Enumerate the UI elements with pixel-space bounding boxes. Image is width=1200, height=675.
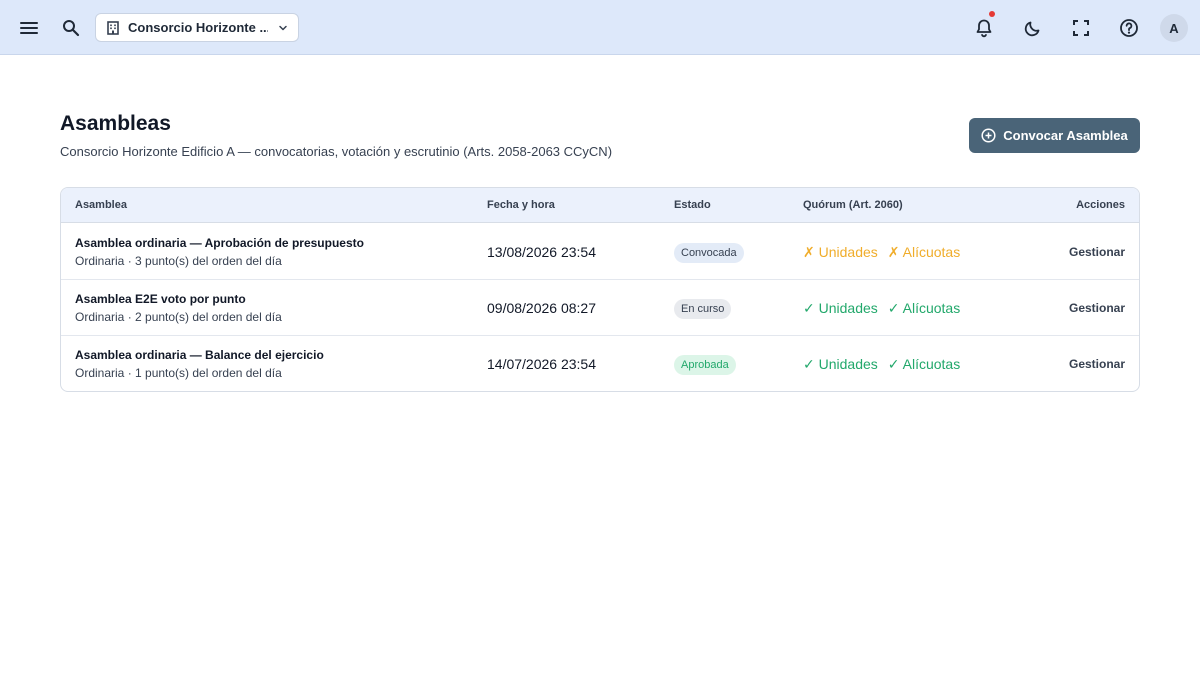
page-subtitle: Consorcio Horizonte Edificio A — convoca… bbox=[60, 144, 613, 159]
add-circle-icon bbox=[981, 128, 996, 143]
assembly-datetime: 09/08/2026 08:27 bbox=[487, 300, 596, 316]
column-header-assembly: Asamblea bbox=[75, 199, 127, 211]
column-header-datetime: Fecha y hora bbox=[487, 199, 555, 211]
quorum-aliquots: ✓ Alícuotas bbox=[887, 300, 961, 316]
consortium-name: Consorcio Horizonte ... bbox=[128, 20, 268, 35]
table-row: Asamblea ordinaria — Aprobación de presu… bbox=[61, 224, 1139, 280]
column-header-quorum: Quórum (Art. 2060) bbox=[803, 199, 903, 211]
avatar[interactable]: A bbox=[1160, 14, 1188, 42]
manage-button[interactable]: Gestionar bbox=[1069, 357, 1125, 371]
assembly-datetime: 13/08/2026 23:54 bbox=[487, 244, 596, 260]
table-row: Asamblea E2E voto por punto Ordinaria · … bbox=[61, 280, 1139, 336]
top-app-bar: Consorcio Horizonte ... A bbox=[0, 0, 1200, 55]
notification-dot bbox=[989, 11, 995, 17]
manage-button[interactable]: Gestionar bbox=[1069, 245, 1125, 259]
quorum-status: ✗ Unidades ✗ Alícuotas bbox=[803, 244, 960, 261]
quorum-units: ✓ Unidades bbox=[803, 300, 878, 316]
quorum-aliquots: ✓ Alícuotas bbox=[887, 356, 961, 372]
help-icon[interactable] bbox=[1113, 0, 1145, 55]
quorum-units: ✓ Unidades bbox=[803, 356, 878, 372]
assembly-title: Asamblea E2E voto por punto bbox=[75, 292, 246, 306]
bell-icon bbox=[974, 18, 994, 38]
status-badge: Aprobada bbox=[674, 355, 736, 375]
convene-assembly-button[interactable]: Convocar Asamblea bbox=[969, 118, 1140, 153]
fullscreen-icon[interactable] bbox=[1065, 0, 1097, 55]
quorum-units: ✗ Unidades bbox=[803, 244, 878, 260]
assembly-subtitle: Ordinaria · 2 punto(s) del orden del día bbox=[75, 310, 282, 324]
column-header-actions: Acciones bbox=[1076, 199, 1125, 211]
building-icon bbox=[106, 20, 120, 35]
page-title: Asambleas bbox=[60, 112, 171, 135]
assembly-subtitle: Ordinaria · 1 punto(s) del orden del día bbox=[75, 366, 282, 380]
notifications-button[interactable] bbox=[968, 0, 1000, 55]
assembly-subtitle: Ordinaria · 3 punto(s) del orden del día bbox=[75, 254, 282, 268]
assembly-datetime: 14/07/2026 23:54 bbox=[487, 356, 596, 372]
menu-icon[interactable] bbox=[14, 0, 44, 55]
chevron-down-icon bbox=[278, 23, 288, 33]
assembly-title: Asamblea ordinaria — Aprobación de presu… bbox=[75, 236, 364, 250]
manage-button[interactable]: Gestionar bbox=[1069, 301, 1125, 315]
table-header: Asamblea Fecha y hora Estado Quórum (Art… bbox=[61, 188, 1139, 223]
quorum-status: ✓ Unidades ✓ Alícuotas bbox=[803, 356, 960, 373]
assemblies-table: Asamblea Fecha y hora Estado Quórum (Art… bbox=[60, 187, 1140, 392]
quorum-status: ✓ Unidades ✓ Alícuotas bbox=[803, 300, 960, 317]
status-badge: En curso bbox=[674, 299, 732, 319]
status-badge: Convocada bbox=[674, 243, 744, 263]
table-row: Asamblea ordinaria — Balance del ejercic… bbox=[61, 336, 1139, 391]
quorum-aliquots: ✗ Alícuotas bbox=[887, 244, 961, 260]
moon-icon[interactable] bbox=[1017, 0, 1049, 55]
assembly-title: Asamblea ordinaria — Balance del ejercic… bbox=[75, 348, 324, 362]
consortium-selector[interactable]: Consorcio Horizonte ... bbox=[95, 13, 299, 42]
search-icon[interactable] bbox=[56, 0, 86, 55]
column-header-status: Estado bbox=[674, 199, 711, 211]
convene-assembly-label: Convocar Asamblea bbox=[1003, 128, 1128, 143]
